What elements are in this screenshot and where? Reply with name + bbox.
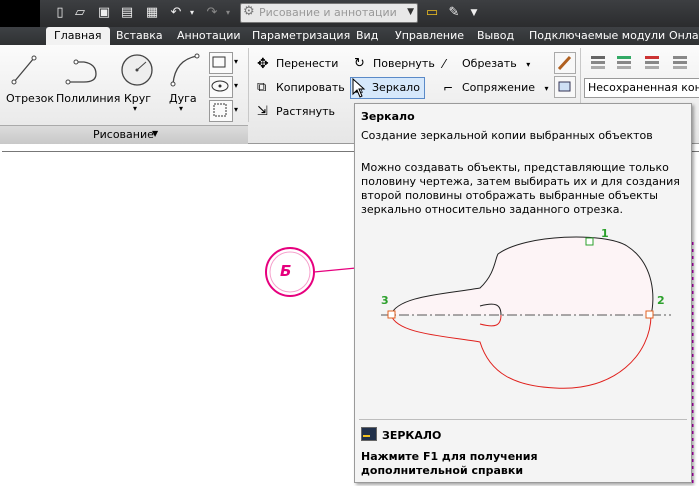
stretch-icon: ⇲ — [257, 104, 268, 119]
rotate-icon: ↻ — [354, 56, 365, 71]
gear-icon: ⚙ — [243, 4, 255, 19]
move-label: Перенести — [276, 57, 339, 70]
pencil-icon — [557, 55, 572, 71]
layer-isolate-icon[interactable] — [642, 52, 664, 72]
point-label-3: 3 — [381, 294, 389, 307]
tooltip-subtitle: Создание зеркальной копии выбранных объе… — [361, 129, 653, 142]
tab-manage[interactable]: Управление — [395, 27, 464, 45]
copy-tool[interactable]: ⧉ Копировать — [257, 79, 345, 97]
circle-icon — [121, 54, 153, 86]
line-tool[interactable]: Отрезок — [6, 52, 54, 105]
hatch-icon — [213, 103, 227, 117]
fillet-tool[interactable]: ⌐ Сопряжение ▾ — [443, 79, 549, 97]
match-properties-icon[interactable]: ✎ — [446, 5, 462, 21]
chevron-down-icon[interactable]: ▾ — [234, 105, 238, 114]
tab-home[interactable]: Главная — [46, 27, 110, 45]
polyline-icon — [65, 59, 97, 85]
stretch-label: Растянуть — [276, 105, 336, 118]
save-icon[interactable]: ▣ — [96, 5, 112, 21]
erase-tool[interactable] — [554, 52, 576, 74]
tab-parametric[interactable]: Параметризация — [252, 27, 350, 45]
customize-quick-access-icon[interactable]: ▼ — [466, 5, 482, 21]
chevron-down-icon: ▾ — [179, 104, 184, 113]
layer-properties-icon[interactable] — [588, 52, 610, 72]
draw-panel-title-bar[interactable]: Рисование ▼ — [0, 125, 248, 144]
chevron-down-icon: ▾ — [526, 60, 531, 69]
trim-label: Обрезать — [462, 57, 517, 70]
move-tool[interactable]: ✥ Перенести — [257, 55, 338, 73]
arc-icon — [170, 53, 200, 87]
point-label-1: 1 — [601, 227, 609, 240]
tab-online[interactable]: Онлай — [669, 27, 699, 45]
copy-icon: ⧉ — [257, 80, 267, 95]
print-icon[interactable]: ▦ — [144, 5, 160, 21]
trim-tool[interactable]: ⁄ Обрезать ▾ — [443, 55, 530, 73]
layer-state-dropdown[interactable]: Несохраненная конфи — [584, 78, 699, 98]
chevron-down-icon: ▾ — [133, 104, 138, 113]
rectangle-tool[interactable] — [209, 52, 233, 74]
tooltip-divider — [359, 419, 687, 420]
tab-view[interactable]: Вид — [356, 27, 378, 45]
mirror-tooltip: Зеркало Создание зеркальной копии выбран… — [354, 103, 692, 483]
new-file-icon[interactable]: ▯ — [52, 5, 68, 21]
title-bar: ▯ ▱ ▣ ▤ ▦ ↶ ▾ ↷ ▾ ⚙ Рисование и аннотаци… — [0, 0, 699, 44]
fillet-label: Сопряжение — [462, 81, 535, 94]
hatch-tool[interactable] — [209, 100, 233, 122]
ribbon-tabs: Главная Вставка Аннотации Параметризация… — [0, 27, 699, 45]
circle-tool[interactable]: Круг ▾ — [118, 52, 158, 113]
open-folder-icon[interactable]: ▱ — [72, 5, 88, 21]
tab-plugins[interactable]: Подключаемые модули — [529, 27, 665, 45]
undo-icon[interactable]: ↶ — [168, 5, 184, 21]
chevron-down-icon: ▾ — [544, 84, 549, 93]
fillet-icon: ⌐ — [443, 81, 454, 95]
tooltip-command-name: ЗЕРКАЛО — [382, 429, 442, 442]
layer-off-icon[interactable] — [670, 52, 692, 72]
mouse-cursor-icon — [352, 78, 366, 98]
chevron-down-icon[interactable]: ▾ — [234, 81, 238, 90]
polyline-tool[interactable]: Полилиния — [56, 52, 120, 105]
arc-tool[interactable]: Дуга ▾ — [165, 52, 205, 113]
chevron-down-icon: ▼ — [407, 7, 414, 17]
explode-icon — [558, 81, 571, 92]
layer-state-icon[interactable] — [614, 52, 636, 72]
undo-dropdown-icon[interactable]: ▾ — [184, 5, 200, 21]
callout-letter: Б — [280, 262, 292, 280]
tooltip-illustration — [381, 236, 671, 389]
measure-icon[interactable]: ▭ — [424, 5, 440, 21]
chevron-down-icon[interactable]: ▾ — [234, 57, 238, 66]
tab-annotate[interactable]: Аннотации — [177, 27, 241, 45]
rotate-label: Повернуть — [373, 57, 435, 70]
mirror-label: Зеркало — [372, 81, 420, 94]
save-as-icon[interactable]: ▤ — [119, 5, 135, 21]
draw-panel-title: Рисование — [93, 128, 154, 141]
copy-label: Копировать — [276, 81, 345, 94]
redo-icon[interactable]: ↷ — [204, 5, 220, 21]
ellipse-icon — [211, 80, 229, 92]
redo-dropdown-icon[interactable]: ▾ — [220, 5, 236, 21]
tab-insert[interactable]: Вставка — [116, 27, 163, 45]
tooltip-description: Можно создавать объекты, представляющие … — [361, 161, 680, 216]
line-icon — [11, 55, 37, 85]
ellipse-tool[interactable] — [209, 76, 233, 98]
circle-tool-label: Круг — [124, 92, 152, 105]
tooltip-title: Зеркало — [361, 110, 415, 123]
tooltip-help-hint: Нажмите F1 для получения дополнительной … — [361, 450, 538, 477]
move-icon: ✥ — [257, 56, 269, 72]
layer-state-label: Несохраненная конфи — [588, 81, 699, 94]
rotate-tool[interactable]: ↻ Повернуть — [354, 55, 435, 73]
trim-icon: ⁄ — [443, 57, 446, 71]
stretch-tool[interactable]: ⇲ Растянуть — [257, 103, 335, 121]
chevron-down-icon: ▼ — [152, 129, 159, 138]
tab-output[interactable]: Вывод — [477, 27, 514, 45]
workspace-selector[interactable]: ⚙ Рисование и аннотации ▼ — [240, 3, 418, 23]
line-tool-label: Отрезок — [6, 92, 55, 105]
command-line-icon — [361, 427, 377, 441]
explode-tool[interactable] — [554, 76, 576, 98]
rectangle-icon — [212, 56, 226, 68]
point-label-2: 2 — [657, 294, 665, 307]
workspace-label: Рисование и аннотации — [259, 6, 397, 19]
polyline-tool-label: Полилиния — [56, 92, 121, 105]
